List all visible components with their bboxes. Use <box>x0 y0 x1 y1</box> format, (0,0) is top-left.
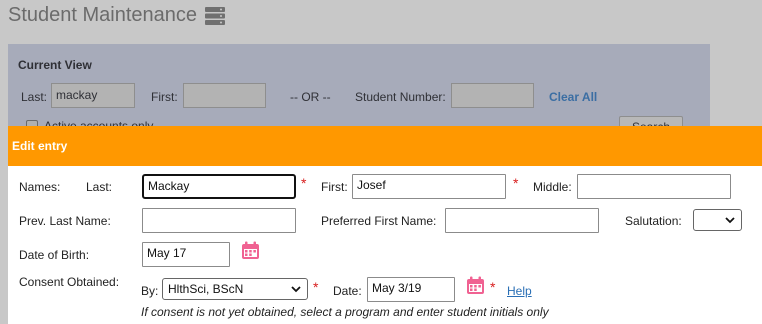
consent-date-label: Date: <box>333 284 362 298</box>
dob-label: Date of Birth: <box>19 248 90 262</box>
consent-date-input[interactable]: May 3/19 <box>367 277 455 302</box>
salutation-select[interactable] <box>693 209 742 231</box>
first-name-filter-label: First: <box>151 90 178 104</box>
required-marker: * <box>490 279 496 295</box>
edit-entry-header: Edit entry <box>8 126 762 166</box>
chevron-down-icon <box>725 217 735 224</box>
prev-last-name-label: Prev. Last Name: <box>19 214 111 228</box>
last-name-input[interactable]: Mackay <box>142 174 296 199</box>
last-name-filter-input[interactable]: mackay <box>51 83 135 108</box>
calendar-icon[interactable] <box>466 276 485 295</box>
clear-all-link[interactable]: Clear All <box>549 90 597 104</box>
student-number-label: Student Number: <box>355 90 446 104</box>
required-marker: * <box>313 279 319 295</box>
preferred-first-name-input[interactable] <box>445 208 599 233</box>
current-view-title: Current View <box>18 58 92 72</box>
student-number-input[interactable] <box>451 83 534 108</box>
salutation-label: Salutation: <box>625 214 682 228</box>
first-name-input[interactable]: Josef <box>352 174 506 199</box>
edit-entry-dialog: Edit entry Names: Last: Mackay * First: … <box>8 126 762 324</box>
preferred-first-name-label: Preferred First Name: <box>321 214 437 228</box>
last-name-label: Last: <box>86 180 113 194</box>
consent-note: If consent is not yet obtained, select a… <box>141 305 549 319</box>
required-marker: * <box>513 175 519 191</box>
first-name-filter-input[interactable] <box>183 83 266 108</box>
or-separator: -- OR -- <box>290 90 331 104</box>
required-marker: * <box>301 175 307 191</box>
server-icon <box>205 6 226 25</box>
calendar-icon[interactable] <box>241 241 260 260</box>
consent-obtained-label: Consent Obtained: <box>19 275 120 289</box>
first-name-label: First: <box>321 180 348 194</box>
middle-name-input[interactable] <box>577 174 731 199</box>
dob-input[interactable]: May 17 <box>142 242 230 267</box>
help-link[interactable]: Help <box>507 284 532 298</box>
prev-last-name-input[interactable] <box>142 208 296 233</box>
consent-by-value: HlthSci, BScN <box>168 282 244 296</box>
last-name-filter-label: Last: <box>21 90 48 104</box>
names-label: Names: <box>19 180 61 194</box>
page-title: Student Maintenance <box>8 4 226 27</box>
current-view-panel: Current View Last: mackay First: -- OR -… <box>8 44 710 138</box>
consent-by-select[interactable]: HlthSci, BScN <box>162 278 308 300</box>
middle-name-label: Middle: <box>533 180 572 194</box>
chevron-down-icon <box>291 286 301 293</box>
consent-by-label: By: <box>141 284 159 298</box>
